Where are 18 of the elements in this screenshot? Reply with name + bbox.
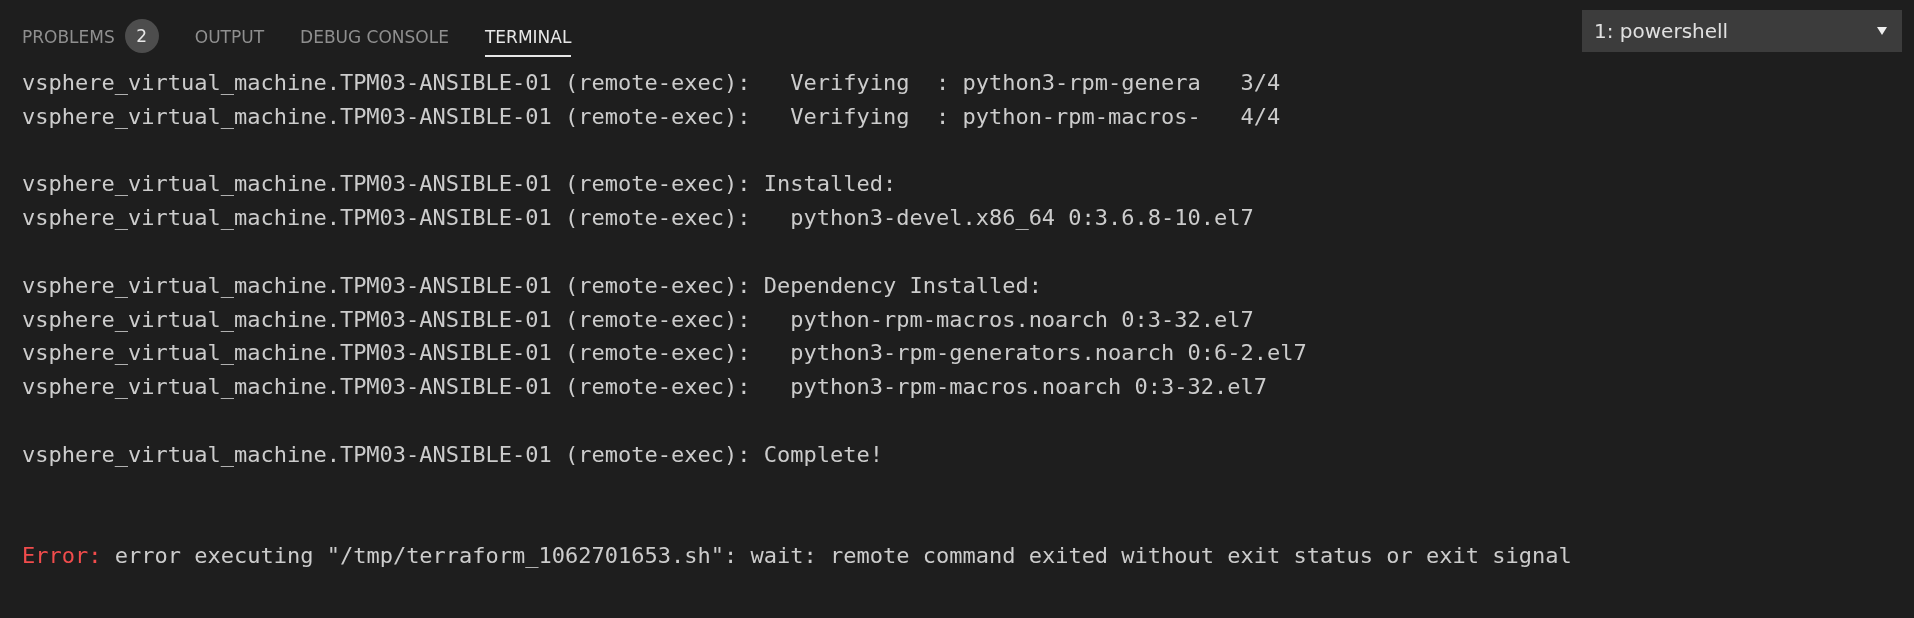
terminal-line: vsphere_virtual_machine.TPM03-ANSIBLE-01 (remote-exec): Verifying : python3-rpm-genera 3/4 [22,69,1281,97]
error-message: error executing "/tmp/terraform_1062701653.sh": wait: remote command exited without exit status or exit signal [114,543,1572,569]
terminal-line: vsphere_virtual_machine.TPM03-ANSIBLE-01 (remote-exec): Verifying : python-rpm-macros- 4/4 [22,102,1281,131]
count-badge: 2 [124,19,159,53]
terminal-line: vsphere_virtual_machine.TPM03-ANSIBLE-01 (remote-exec): python3-rpm-macros.noarch 0:3-32.el7 [22,373,1268,402]
terminal-line: vsphere_virtual_machine.TPM03-ANSIBLE-01 (remote-exec): python3-devel.x86_64 0:3.6.8-10.el7 [22,204,1254,233]
error-label: Error: [22,543,102,569]
panel-tab[interactable]: TERMINAL [484,19,572,57]
terminal-dropdown[interactable]: 1: powershell [1582,10,1902,52]
terminal-line: vsphere_virtual_machine.TPM03-ANSIBLE-01 (remote-exec): python-rpm-macros.noarch 0:3-32.el7 [22,305,1254,334]
terminal-line: vsphere_virtual_machine.TPM03-ANSIBLE-01 (remote-exec): Dependency Installed: [22,271,1042,300]
terminal-line: vsphere_virtual_machine.TPM03-ANSIBLE-01 (remote-exec): python3-rpm-generators.noarch 0:6-2.el7 [22,339,1307,368]
panel-tab[interactable]: OUTPUT [194,19,265,57]
terminal-line: vsphere_virtual_machine.TPM03-ANSIBLE-01 (remote-exec): Complete! [22,440,883,469]
panel-tab[interactable]: PROBLEMS [22,19,115,57]
terminal-line: vsphere_virtual_machine.TPM03-ANSIBLE-01 (remote-exec): Installed: [22,170,897,199]
caret-icon [1876,26,1888,36]
panel-tab[interactable]: DEBUG CONSOLE [300,19,449,57]
